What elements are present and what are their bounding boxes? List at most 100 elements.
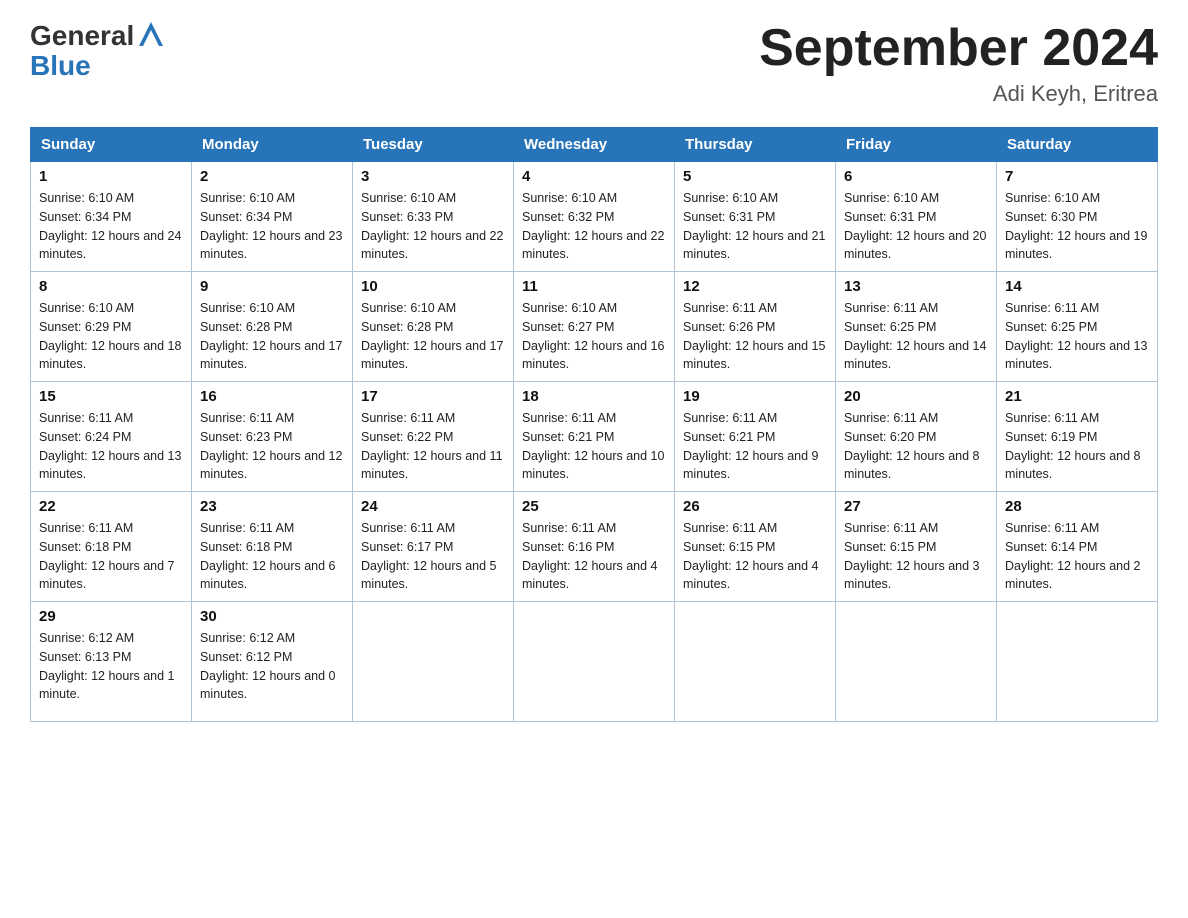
logo-triangle-icon [137,20,165,48]
calendar-cell [675,602,836,722]
calendar-cell: 21 Sunrise: 6:11 AMSunset: 6:19 PMDayligh… [997,382,1158,492]
col-monday: Monday [192,128,353,162]
title-section: September 2024 Adi Keyh, Eritrea [759,20,1158,107]
day-number: 11 [522,278,666,295]
calendar-week-row: 15 Sunrise: 6:11 AMSunset: 6:24 PMDayligh… [31,382,1158,492]
day-info: Sunrise: 6:10 AMSunset: 6:29 PMDaylight:… [39,299,183,374]
day-number: 9 [200,278,344,295]
day-number: 28 [1005,498,1149,515]
day-number: 21 [1005,388,1149,405]
calendar-cell: 15 Sunrise: 6:11 AMSunset: 6:24 PMDayligh… [31,382,192,492]
calendar-cell: 23 Sunrise: 6:11 AMSunset: 6:18 PMDayligh… [192,492,353,602]
day-number: 30 [200,608,344,625]
calendar-cell: 12 Sunrise: 6:11 AMSunset: 6:26 PMDayligh… [675,272,836,382]
calendar-cell [514,602,675,722]
day-info: Sunrise: 6:10 AMSunset: 6:32 PMDaylight:… [522,189,666,264]
calendar-cell: 7 Sunrise: 6:10 AMSunset: 6:30 PMDaylight… [997,162,1158,272]
day-info: Sunrise: 6:11 AMSunset: 6:19 PMDaylight:… [1005,409,1149,484]
calendar-cell [836,602,997,722]
day-number: 3 [361,168,505,185]
day-info: Sunrise: 6:11 AMSunset: 6:23 PMDaylight:… [200,409,344,484]
calendar-cell: 2 Sunrise: 6:10 AMSunset: 6:34 PMDaylight… [192,162,353,272]
day-number: 29 [39,608,183,625]
day-info: Sunrise: 6:10 AMSunset: 6:28 PMDaylight:… [361,299,505,374]
header-row: Sunday Monday Tuesday Wednesday Thursday… [31,128,1158,162]
day-info: Sunrise: 6:11 AMSunset: 6:26 PMDaylight:… [683,299,827,374]
day-number: 17 [361,388,505,405]
day-number: 7 [1005,168,1149,185]
calendar-cell: 14 Sunrise: 6:11 AMSunset: 6:25 PMDayligh… [997,272,1158,382]
day-number: 22 [39,498,183,515]
calendar-cell: 17 Sunrise: 6:11 AMSunset: 6:22 PMDayligh… [353,382,514,492]
day-number: 20 [844,388,988,405]
day-number: 12 [683,278,827,295]
day-info: Sunrise: 6:11 AMSunset: 6:25 PMDaylight:… [844,299,988,374]
day-info: Sunrise: 6:10 AMSunset: 6:31 PMDaylight:… [844,189,988,264]
day-number: 14 [1005,278,1149,295]
page-header: General Blue September 2024 Adi Keyh, Er… [30,20,1158,107]
day-number: 2 [200,168,344,185]
day-info: Sunrise: 6:10 AMSunset: 6:34 PMDaylight:… [39,189,183,264]
day-number: 16 [200,388,344,405]
calendar-cell: 20Sunrise: 6:11 AMSunset: 6:20 PMDayligh… [836,382,997,492]
calendar-cell: 25Sunrise: 6:11 AMSunset: 6:16 PMDayligh… [514,492,675,602]
day-info: Sunrise: 6:11 AMSunset: 6:21 PMDaylight:… [522,409,666,484]
calendar-cell [353,602,514,722]
day-number: 15 [39,388,183,405]
day-number: 8 [39,278,183,295]
day-number: 24 [361,498,505,515]
day-info: Sunrise: 6:10 AMSunset: 6:33 PMDaylight:… [361,189,505,264]
day-info: Sunrise: 6:11 AMSunset: 6:18 PMDaylight:… [39,519,183,594]
day-number: 18 [522,388,666,405]
day-info: Sunrise: 6:11 AMSunset: 6:18 PMDaylight:… [200,519,344,594]
day-info: Sunrise: 6:10 AMSunset: 6:31 PMDaylight:… [683,189,827,264]
day-number: 25 [522,498,666,515]
day-number: 6 [844,168,988,185]
day-number: 10 [361,278,505,295]
calendar-week-row: 1 Sunrise: 6:10 AMSunset: 6:34 PMDaylight… [31,162,1158,272]
calendar-week-row: 8 Sunrise: 6:10 AMSunset: 6:29 PMDaylight… [31,272,1158,382]
calendar-cell: 29Sunrise: 6:12 AMSunset: 6:13 PMDayligh… [31,602,192,722]
day-info: Sunrise: 6:11 AMSunset: 6:22 PMDaylight:… [361,409,505,484]
calendar-cell: 26 Sunrise: 6:11 AMSunset: 6:15 PMDayligh… [675,492,836,602]
calendar-cell: 3 Sunrise: 6:10 AMSunset: 6:33 PMDaylight… [353,162,514,272]
day-info: Sunrise: 6:10 AMSunset: 6:28 PMDaylight:… [200,299,344,374]
calendar-cell: 8 Sunrise: 6:10 AMSunset: 6:29 PMDaylight… [31,272,192,382]
calendar-cell: 30Sunrise: 6:12 AMSunset: 6:12 PMDayligh… [192,602,353,722]
logo: General Blue [30,20,165,80]
day-info: Sunrise: 6:10 AMSunset: 6:30 PMDaylight:… [1005,189,1149,264]
calendar-cell: 1 Sunrise: 6:10 AMSunset: 6:34 PMDaylight… [31,162,192,272]
col-sunday: Sunday [31,128,192,162]
logo-wrapper: General Blue [30,20,165,80]
calendar-cell: 4 Sunrise: 6:10 AMSunset: 6:32 PMDaylight… [514,162,675,272]
calendar-cell: 19Sunrise: 6:11 AMSunset: 6:21 PMDayligh… [675,382,836,492]
calendar-cell: 10 Sunrise: 6:10 AMSunset: 6:28 PMDayligh… [353,272,514,382]
calendar-cell: 27Sunrise: 6:11 AMSunset: 6:15 PMDayligh… [836,492,997,602]
calendar-cell: 28 Sunrise: 6:11 AMSunset: 6:14 PMDayligh… [997,492,1158,602]
day-number: 13 [844,278,988,295]
calendar-cell: 6 Sunrise: 6:10 AMSunset: 6:31 PMDaylight… [836,162,997,272]
day-number: 23 [200,498,344,515]
calendar-table: Sunday Monday Tuesday Wednesday Thursday… [30,127,1158,722]
col-tuesday: Tuesday [353,128,514,162]
day-info: Sunrise: 6:11 AMSunset: 6:14 PMDaylight:… [1005,519,1149,594]
calendar-title: September 2024 [759,20,1158,77]
col-wednesday: Wednesday [514,128,675,162]
calendar-week-row: 29Sunrise: 6:12 AMSunset: 6:13 PMDayligh… [31,602,1158,722]
day-info: Sunrise: 6:11 AMSunset: 6:24 PMDaylight:… [39,409,183,484]
calendar-cell: 5 Sunrise: 6:10 AMSunset: 6:31 PMDaylight… [675,162,836,272]
calendar-cell: 16 Sunrise: 6:11 AMSunset: 6:23 PMDayligh… [192,382,353,492]
calendar-cell [997,602,1158,722]
calendar-header: Sunday Monday Tuesday Wednesday Thursday… [31,128,1158,162]
day-number: 26 [683,498,827,515]
day-info: Sunrise: 6:11 AMSunset: 6:25 PMDaylight:… [1005,299,1149,374]
day-number: 1 [39,168,183,185]
day-info: Sunrise: 6:11 AMSunset: 6:15 PMDaylight:… [683,519,827,594]
calendar-cell: 22 Sunrise: 6:11 AMSunset: 6:18 PMDayligh… [31,492,192,602]
calendar-cell: 9 Sunrise: 6:10 AMSunset: 6:28 PMDaylight… [192,272,353,382]
day-number: 19 [683,388,827,405]
day-info: Sunrise: 6:10 AMSunset: 6:34 PMDaylight:… [200,189,344,264]
day-number: 4 [522,168,666,185]
day-number: 5 [683,168,827,185]
calendar-cell: 13 Sunrise: 6:11 AMSunset: 6:25 PMDayligh… [836,272,997,382]
